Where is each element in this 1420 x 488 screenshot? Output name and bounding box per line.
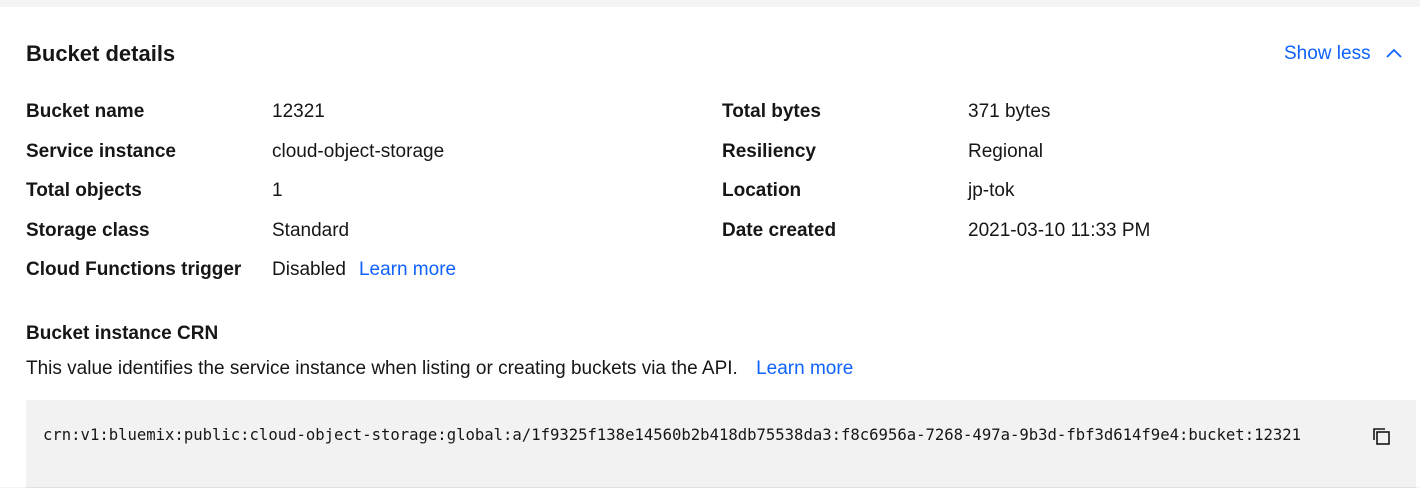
detail-label: Total objects [26, 180, 142, 201]
detail-value-with-link: Disabled Learn more [272, 257, 456, 283]
bucket-details-panel: Bucket details Show less Bucket name 123… [0, 7, 1420, 488]
panel-title: Bucket details [26, 41, 176, 66]
detail-label: Bucket name [26, 101, 145, 122]
detail-value: Disabled [272, 259, 346, 280]
crn-description: This value identifies the service instan… [26, 356, 853, 382]
detail-value: 371 bytes [968, 101, 1051, 122]
detail-value: 2021-03-10 11:33 PM [968, 219, 1151, 241]
detail-label: Location [722, 180, 802, 201]
detail-label: Resiliency [722, 140, 816, 162]
show-less-label: Show less [1284, 43, 1371, 64]
copy-button[interactable] [1366, 423, 1396, 453]
detail-label: Cloud Functions trigger [26, 259, 242, 280]
detail-label: Storage class [26, 219, 150, 241]
show-less-toggle[interactable]: Show less [1284, 41, 1405, 67]
crn-value[interactable]: crn:v1:bluemix:public:cloud-object-stora… [43, 424, 1323, 446]
detail-value: 12321 [272, 101, 325, 122]
detail-label: Service instance [26, 140, 176, 162]
detail-value: Standard [272, 219, 350, 241]
crn-heading: Bucket instance CRN [26, 323, 219, 344]
detail-label: Date created [722, 219, 837, 241]
detail-value: jp-tok [968, 180, 1015, 201]
chevron-up-icon [1383, 43, 1405, 65]
detail-label: Total bytes [722, 101, 821, 122]
crn-code-snippet: crn:v1:bluemix:public:cloud-object-stora… [26, 400, 1416, 488]
learn-more-link-crn[interactable]: Learn more [756, 358, 853, 379]
detail-value: 1 [272, 180, 283, 201]
detail-value: Regional [968, 140, 1043, 162]
crn-description-text: This value identifies the service instan… [26, 358, 738, 379]
detail-value: cloud-object-storage [272, 140, 445, 162]
copy-icon [1370, 425, 1392, 452]
learn-more-link-trigger[interactable]: Learn more [359, 259, 456, 280]
